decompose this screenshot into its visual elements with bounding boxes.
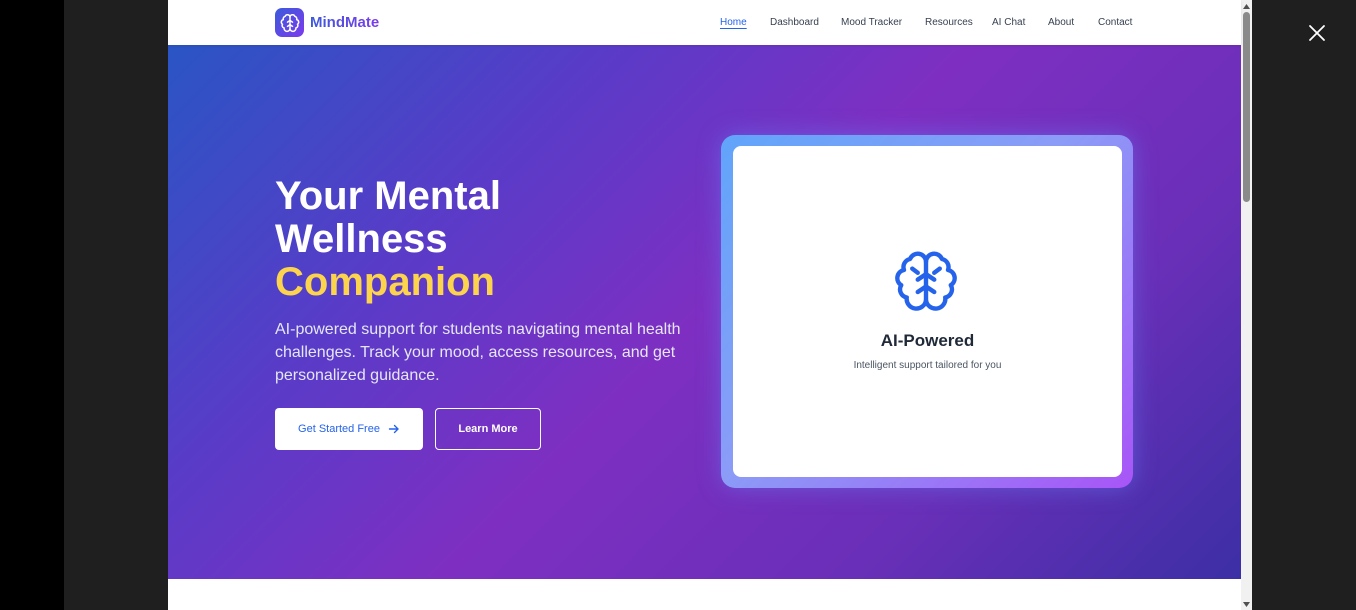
logo[interactable] — [275, 8, 304, 37]
scrollbar-thumb[interactable] — [1243, 12, 1250, 202]
nav-link-about[interactable]: About — [1048, 17, 1074, 28]
hero-title-line-1: Your Mental — [275, 174, 501, 218]
nav-link-contact[interactable]: Contact — [1098, 17, 1132, 28]
arrow-right-icon — [388, 424, 399, 434]
get-started-label: Get Started Free — [298, 423, 380, 435]
scroll-up-icon[interactable] — [1241, 0, 1252, 12]
nav-link-dashboard[interactable]: Dashboard — [770, 17, 819, 28]
scroll-down-icon[interactable] — [1241, 598, 1252, 610]
hero-title: Your Mental Wellness Companion — [275, 175, 501, 304]
learn-more-label: Learn More — [458, 423, 518, 435]
feature-card: AI-Powered Intelligent support tailored … — [733, 146, 1122, 477]
lightbox-backdrop-right — [1252, 0, 1356, 610]
brand-name[interactable]: MindMate — [310, 14, 379, 31]
hero-title-line-2: Wellness — [275, 217, 448, 261]
learn-more-button[interactable]: Learn More — [435, 408, 541, 450]
feature-card-subtitle: Intelligent support tailored for you — [853, 360, 1002, 371]
get-started-button[interactable]: Get Started Free — [275, 408, 423, 450]
close-icon[interactable] — [1305, 21, 1329, 45]
nav-link-resources[interactable]: Resources — [925, 17, 973, 28]
nav-link-ai-chat[interactable]: AI Chat — [992, 17, 1025, 28]
top-navbar: MindMate Home Dashboard Mood Tracker Res… — [168, 0, 1241, 45]
hero-title-highlight: Companion — [275, 260, 495, 304]
lightbox-backdrop-left — [64, 0, 168, 610]
page-viewport: MindMate Home Dashboard Mood Tracker Res… — [168, 0, 1252, 610]
hero-section: Your Mental Wellness Companion AI-powere… — [168, 45, 1241, 579]
nav-link-home[interactable]: Home — [720, 17, 747, 28]
hero-description: AI-powered support for students navigati… — [275, 321, 681, 384]
feature-card-frame: AI-Powered Intelligent support tailored … — [721, 135, 1133, 488]
brain-icon — [895, 251, 957, 311]
page-scrollbar[interactable] — [1241, 0, 1252, 610]
nav-link-mood-tracker[interactable]: Mood Tracker — [841, 17, 902, 28]
feature-card-title: AI-Powered — [880, 331, 975, 350]
brain-icon — [280, 13, 299, 32]
